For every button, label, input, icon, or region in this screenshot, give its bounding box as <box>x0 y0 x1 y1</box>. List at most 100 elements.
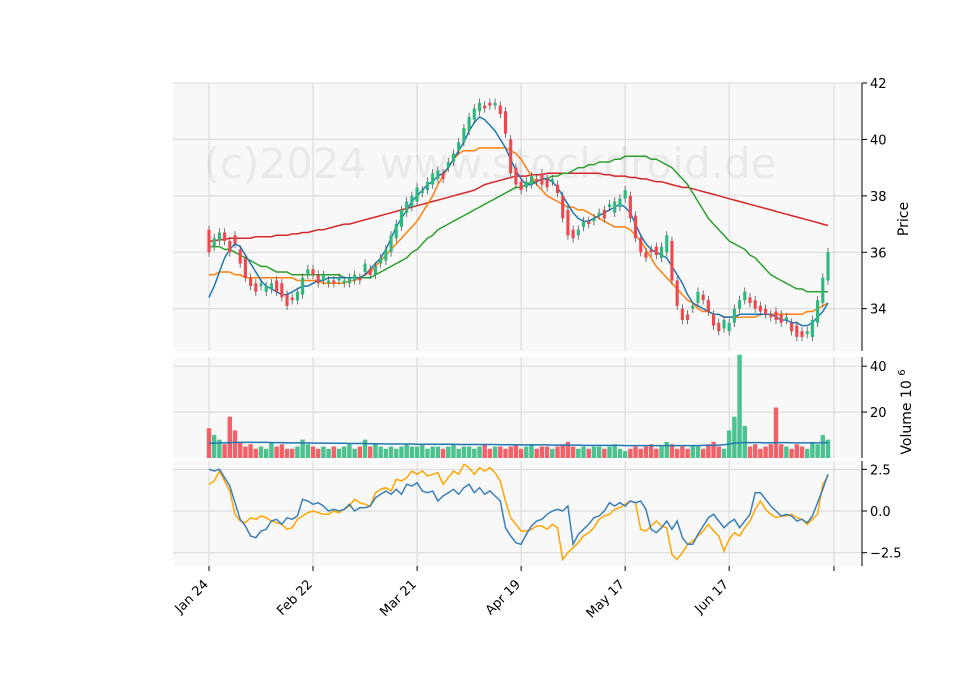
price-panel-background <box>173 83 862 351</box>
volume-bar <box>211 435 217 458</box>
candle-body <box>545 178 549 188</box>
volume-bar <box>544 446 550 458</box>
oscillator-axis: 2.5 0.0 −2.5 <box>862 463 902 562</box>
volume-bar <box>487 448 493 458</box>
candle-body <box>488 102 492 106</box>
volume-bar <box>586 448 591 458</box>
candle-body <box>816 300 820 323</box>
candle-body <box>675 280 679 306</box>
candle-body <box>639 238 643 253</box>
volume-bar <box>394 448 399 458</box>
volume-bar <box>513 444 519 458</box>
candle-body <box>212 238 216 247</box>
volume-bar <box>264 448 269 458</box>
candle-body <box>394 224 398 239</box>
candle-body <box>659 246 664 258</box>
volume-bar <box>456 448 461 458</box>
volume-bar <box>388 446 394 458</box>
candle-body <box>774 311 778 320</box>
candle-body <box>311 269 315 275</box>
candle-body <box>717 322 721 332</box>
watermark: (c)2024 www.stockdroid.de <box>204 139 777 188</box>
candle-body <box>738 300 742 309</box>
candle-body <box>275 280 279 292</box>
candle-body <box>441 173 445 179</box>
volume-bar <box>591 446 597 458</box>
volume-bar <box>784 446 789 458</box>
volume-bar <box>612 444 617 458</box>
candle-body <box>327 280 331 284</box>
candle-body <box>332 280 336 284</box>
volume-bar <box>576 448 581 458</box>
price-tick-label: 40 <box>870 133 887 148</box>
volume-bar <box>716 446 721 458</box>
volume-bar <box>810 441 815 458</box>
volume-bar <box>570 446 576 458</box>
volume-bar <box>763 446 768 458</box>
volume-bar <box>414 446 420 458</box>
candle-body <box>597 212 601 216</box>
candle-body <box>701 294 705 301</box>
volume-bar <box>435 446 441 458</box>
volume-bar <box>617 448 623 458</box>
price-axis: 34 36 38 40 42 <box>862 77 887 318</box>
candle-body <box>670 240 674 281</box>
volume-bar <box>758 448 763 458</box>
volume-bar <box>638 448 643 458</box>
candle-body <box>685 314 690 320</box>
candle-body <box>592 218 596 222</box>
candle-body <box>415 187 419 202</box>
candle-body <box>363 263 367 273</box>
candle-body <box>223 232 227 241</box>
candle-body <box>576 229 580 236</box>
x-tick-label: Mar 21 <box>377 577 420 620</box>
candle-body <box>285 294 289 306</box>
candle-body <box>477 102 482 112</box>
volume-bar <box>373 444 378 458</box>
candle-body <box>389 235 393 253</box>
candle-body <box>618 198 622 208</box>
volume-bar <box>362 439 368 458</box>
volume-bar <box>565 441 571 458</box>
volume-bar <box>472 448 477 458</box>
volume-bar <box>695 446 701 458</box>
volume-bar <box>685 448 690 458</box>
candle-body <box>233 235 237 244</box>
candle-body <box>249 277 253 287</box>
volume-bar <box>711 441 716 458</box>
volume-bar <box>409 446 415 458</box>
candle-body <box>410 195 414 208</box>
volume-bar <box>794 444 800 458</box>
candle-body <box>800 331 804 337</box>
candle-body <box>633 215 638 239</box>
volume-bar <box>815 444 820 458</box>
volume-bar <box>368 446 373 458</box>
x-tick-label: Feb 22 <box>274 577 316 619</box>
candle-body <box>514 167 518 185</box>
volume-bar <box>503 448 508 458</box>
candle-body <box>769 314 773 318</box>
volume-bar <box>778 444 784 458</box>
volume-bar <box>492 446 498 458</box>
candle-body <box>238 249 242 264</box>
candle-body <box>207 229 211 253</box>
candle-body <box>509 139 513 174</box>
x-tick-label: Jun 17 <box>692 577 732 617</box>
candle-body <box>379 257 383 264</box>
candle-body <box>748 297 752 304</box>
candle-body <box>451 153 456 162</box>
x-tick-label: Apr 19 <box>483 577 524 618</box>
oscillator-panel: 2.5 0.0 −2.5 <box>173 461 902 566</box>
volume-bar <box>534 448 539 458</box>
volume-bar <box>529 444 534 458</box>
volume-bar <box>721 448 727 458</box>
price-tick-label: 38 <box>870 190 887 205</box>
candle-body <box>228 240 232 253</box>
volume-bar <box>347 444 352 458</box>
candle-body <box>602 209 606 219</box>
volume-bar <box>732 416 737 458</box>
volume-bar <box>352 448 357 458</box>
candle-body <box>290 297 294 301</box>
candle-body <box>529 176 534 185</box>
volume-bar <box>550 448 555 458</box>
